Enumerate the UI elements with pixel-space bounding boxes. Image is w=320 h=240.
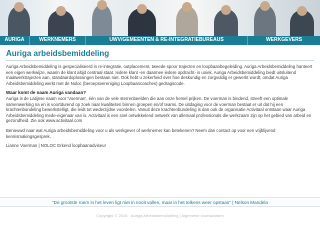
page: AURIGA WERKNEMERS UWV/GEMEENTEN & RE-INT…: [0, 0, 320, 240]
copyright-text: Copyright © 2015 · Auriga Arbeidsbemidde…: [96, 213, 224, 218]
nav-item-werknemers[interactable]: WERKNEMERS: [30, 36, 86, 45]
page-title: Auriga arbeidsbemiddeling: [6, 49, 110, 58]
nav-item-home[interactable]: AURIGA: [0, 36, 30, 45]
intro-paragraph: Auriga Arbeidsbemiddeling is gespecialis…: [6, 64, 313, 86]
nav-item-werkgevers[interactable]: WERKGEVERS: [248, 36, 320, 45]
person-head: [14, 2, 24, 12]
footer-quote: "De grootste roem in het leven ligt niet…: [0, 197, 320, 207]
header-banner-photo: [0, 0, 320, 36]
main-content: Auriga arbeidsbemiddeling Auriga Arbeids…: [6, 48, 314, 149]
main-nav: AURIGA WERKNEMERS UWV/GEMEENTEN & RE-INT…: [0, 36, 320, 45]
person-head: [56, 6, 66, 16]
closing-paragraph: Benieuwd naar wat Auriga arbeidsbemiddel…: [6, 127, 276, 139]
person-head: [137, 4, 147, 14]
nav-item-uwv-gemeenten[interactable]: UWV/GEMEENTEN & RE-INTEGRATIEBUREAUS: [86, 36, 248, 45]
answer-paragraph: Auriga is de Latijnse naam voor 'Voerman…: [6, 95, 312, 124]
person-head: [97, 0, 107, 10]
person-head: [182, 2, 192, 12]
person-head: [221, 5, 231, 15]
person-head: [297, 6, 307, 16]
signature: Lianne Voerman | NOLOC Erkend loopbaanad…: [6, 143, 107, 149]
title-divider: [6, 60, 314, 61]
person-head: [260, 1, 270, 11]
